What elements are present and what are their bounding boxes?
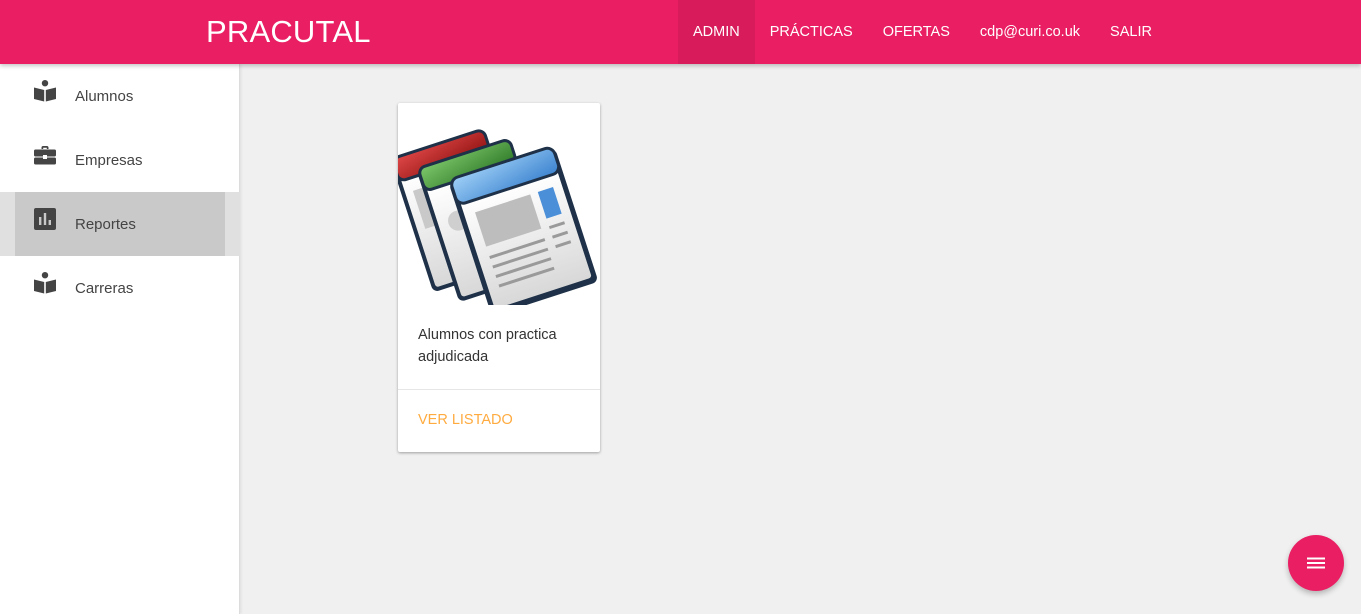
card-divider [398,389,600,390]
sidebar: Alumnos Empresas Reportes Carreras [0,64,240,614]
top-navbar: PRACUTAL ADMIN PRÁCTICAS OFERTAS cdp@cur… [0,0,1361,64]
nav-item-salir[interactable]: SALIR [1095,0,1167,64]
nav-item-practicas[interactable]: PRÁCTICAS [755,0,868,64]
sidebar-item-label: Reportes [75,215,136,233]
sidebar-item-label: Alumnos [75,87,134,105]
sidebar-item-label: Empresas [75,151,143,169]
nav-menu: ADMIN PRÁCTICAS OFERTAS cdp@curi.co.uk S… [678,0,1167,64]
ver-listado-button[interactable]: VER LISTADO [418,412,513,428]
report-documents-icon [392,103,600,315]
nav-item-admin[interactable]: ADMIN [678,0,755,64]
sidebar-item-label: Carreras [75,279,134,297]
brand-logo[interactable]: PRACUTAL [206,14,371,50]
card-title: Alumnos con practica adjudicada [418,327,557,365]
reader-icon [33,79,57,103]
briefcase-icon [33,143,57,167]
bar-chart-icon [33,207,57,231]
sidebar-item-alumnos[interactable]: Alumnos [0,64,240,128]
reader-icon [33,271,57,295]
nav-item-user-email[interactable]: cdp@curi.co.uk [965,0,1095,64]
sidebar-item-reportes[interactable]: Reportes [0,192,240,256]
report-card: Alumnos con practica adjudicada VER LIST… [392,103,600,452]
menu-icon [1307,557,1325,569]
fab-menu-button[interactable] [1288,535,1344,591]
sidebar-item-empresas[interactable]: Empresas [0,128,240,192]
sidebar-item-carreras[interactable]: Carreras [0,256,240,320]
nav-item-ofertas[interactable]: OFERTAS [868,0,965,64]
